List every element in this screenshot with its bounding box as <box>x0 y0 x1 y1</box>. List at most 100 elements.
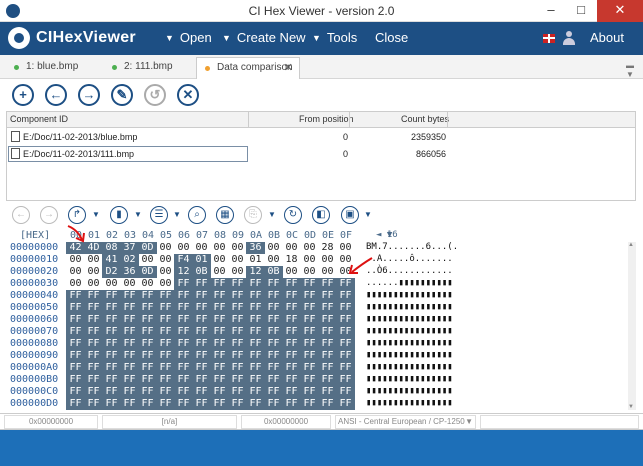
hex-byte[interactable]: 00 <box>66 266 85 278</box>
list-button[interactable]: ☰ <box>150 206 168 224</box>
hex-byte[interactable]: FF <box>228 338 247 350</box>
hex-byte[interactable]: 00 <box>156 278 175 290</box>
hex-byte[interactable]: FF <box>246 290 265 302</box>
hex-byte[interactable]: FF <box>138 326 157 338</box>
hex-byte[interactable]: FF <box>264 290 283 302</box>
hex-byte[interactable]: FF <box>192 350 211 362</box>
hex-byte[interactable]: FF <box>210 290 229 302</box>
hex-byte[interactable]: FF <box>210 278 229 290</box>
hex-byte[interactable]: FF <box>246 362 265 374</box>
hex-byte[interactable]: FF <box>264 314 283 326</box>
hex-byte[interactable]: FF <box>156 350 175 362</box>
hex-byte[interactable]: FF <box>156 326 175 338</box>
hex-byte[interactable]: FF <box>138 338 157 350</box>
table-row[interactable]: E:/Doc/11-02-2013/111.bmp 0 866056 <box>7 146 635 163</box>
hex-byte[interactable]: 02 <box>120 254 139 266</box>
hex-byte[interactable]: FF <box>102 302 121 314</box>
hex-byte[interactable]: FF <box>300 362 319 374</box>
hex-byte[interactable]: 00 <box>228 254 247 266</box>
hex-byte[interactable]: 0D <box>138 266 157 278</box>
tab-data-comparison[interactable]: Data comparison ✕ <box>196 57 300 79</box>
hex-byte[interactable]: FF <box>192 374 211 386</box>
hex-byte[interactable]: 28 <box>318 242 337 254</box>
hex-byte[interactable]: FF <box>282 350 301 362</box>
hex-byte[interactable]: FF <box>318 326 337 338</box>
hex-byte[interactable]: FF <box>102 314 121 326</box>
hex-byte[interactable]: 00 <box>336 266 355 278</box>
hex-byte[interactable]: FF <box>120 290 139 302</box>
hex-byte[interactable]: 0B <box>264 266 283 278</box>
hex-byte[interactable]: 00 <box>102 278 121 290</box>
hex-byte[interactable]: 37 <box>120 242 139 254</box>
hex-byte[interactable]: 00 <box>156 266 175 278</box>
hex-byte[interactable]: FF <box>246 350 265 362</box>
hex-byte[interactable]: FF <box>228 374 247 386</box>
language-flag-icon[interactable] <box>543 34 555 43</box>
hex-byte[interactable]: FF <box>174 278 193 290</box>
hex-byte[interactable]: FF <box>174 350 193 362</box>
ascii-text[interactable]: ▮▮▮▮▮▮▮▮▮▮▮▮▮▮▮▮ <box>366 290 453 300</box>
hex-byte[interactable]: FF <box>84 374 103 386</box>
ascii-text[interactable]: ▮▮▮▮▮▮▮▮▮▮▮▮▮▮▮▮ <box>366 398 453 408</box>
hex-byte[interactable]: 01 <box>192 254 211 266</box>
hex-byte[interactable]: FF <box>84 290 103 302</box>
goto-button[interactable]: ↱ <box>68 206 86 224</box>
hex-byte[interactable]: FF <box>156 398 175 410</box>
hex-byte[interactable]: FF <box>66 362 85 374</box>
hex-byte[interactable]: FF <box>84 314 103 326</box>
table-view-button[interactable]: ▦ <box>216 206 234 224</box>
hex-byte[interactable]: FF <box>156 290 175 302</box>
hex-byte[interactable]: FF <box>246 398 265 410</box>
hex-byte[interactable]: FF <box>138 398 157 410</box>
hex-byte[interactable]: FF <box>336 386 355 398</box>
hex-byte[interactable]: FF <box>156 302 175 314</box>
hex-byte[interactable]: FF <box>66 314 85 326</box>
tab-111-bmp[interactable]: 2: 111.bmp <box>104 57 192 79</box>
hex-byte[interactable]: FF <box>228 302 247 314</box>
hex-byte[interactable]: 00 <box>282 266 301 278</box>
hex-byte[interactable]: FF <box>246 374 265 386</box>
hex-byte[interactable]: FF <box>84 302 103 314</box>
hex-byte[interactable]: FF <box>138 362 157 374</box>
hex-byte[interactable]: FF <box>336 290 355 302</box>
forward-button[interactable]: → <box>40 206 58 224</box>
hex-byte[interactable]: FF <box>66 350 85 362</box>
ascii-text[interactable]: ▮▮▮▮▮▮▮▮▮▮▮▮▮▮▮▮ <box>366 374 453 384</box>
hex-byte[interactable]: FF <box>246 314 265 326</box>
hex-byte[interactable]: 00 <box>210 242 229 254</box>
hex-byte[interactable]: 0D <box>138 242 157 254</box>
hex-byte[interactable]: FF <box>282 278 301 290</box>
hex-byte[interactable]: FF <box>120 386 139 398</box>
ascii-text[interactable]: ▮▮▮▮▮▮▮▮▮▮▮▮▮▮▮▮ <box>366 338 453 348</box>
hex-byte[interactable]: FF <box>192 290 211 302</box>
hex-byte[interactable]: 36 <box>120 266 139 278</box>
hex-byte[interactable]: 00 <box>336 254 355 266</box>
hex-byte[interactable]: 00 <box>84 266 103 278</box>
bytes-per-row[interactable]: ◄ 16 ▼ <box>376 230 398 240</box>
ascii-text[interactable]: ..A.....ô....... <box>366 254 453 264</box>
hex-byte[interactable]: FF <box>336 362 355 374</box>
hex-byte[interactable]: 00 <box>138 278 157 290</box>
move-right-button[interactable]: → <box>78 84 100 106</box>
hex-byte[interactable]: 00 <box>210 254 229 266</box>
hex-byte[interactable]: 00 <box>300 254 319 266</box>
hex-byte[interactable]: 12 <box>174 266 193 278</box>
hex-byte[interactable]: 00 <box>192 242 211 254</box>
hex-byte[interactable]: FF <box>282 290 301 302</box>
hex-byte[interactable]: FF <box>246 302 265 314</box>
hex-byte[interactable]: FF <box>66 386 85 398</box>
hex-byte[interactable]: 00 <box>84 254 103 266</box>
hex-byte[interactable]: FF <box>120 350 139 362</box>
hex-byte[interactable]: 00 <box>318 254 337 266</box>
hex-byte[interactable]: FF <box>282 314 301 326</box>
hex-byte[interactable]: FF <box>228 350 247 362</box>
hex-byte[interactable]: FF <box>138 290 157 302</box>
hex-byte[interactable]: FF <box>318 278 337 290</box>
hex-byte[interactable]: 41 <box>102 254 121 266</box>
hex-byte[interactable]: FF <box>120 338 139 350</box>
hex-byte[interactable]: FF <box>264 350 283 362</box>
hex-byte[interactable]: FF <box>120 374 139 386</box>
tab-list-icon[interactable]: ▬ ▼ <box>626 61 634 79</box>
save-button[interactable]: ▣ <box>341 206 359 224</box>
menu-close[interactable]: Close <box>375 30 408 45</box>
